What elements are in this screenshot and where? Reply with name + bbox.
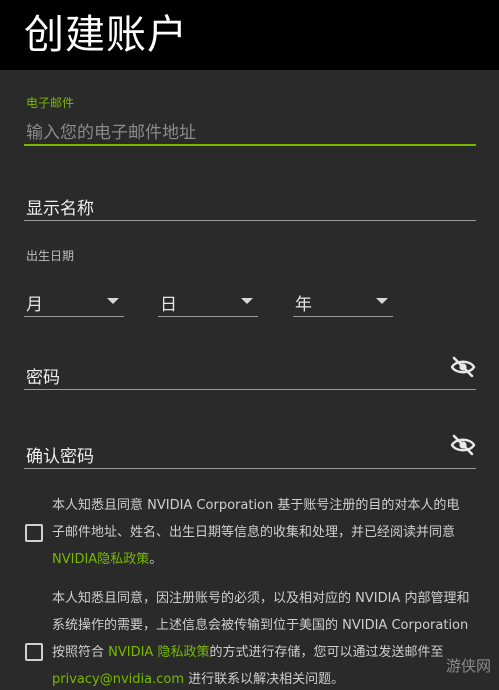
consent-1-text-a: 本人知悉且同意 NVIDIA Corporation 基于账号注册的目的对本人的… xyxy=(52,498,460,540)
day-underline xyxy=(158,316,258,317)
password-underline xyxy=(24,389,476,390)
consent-checkbox-1[interactable] xyxy=(25,524,43,542)
month-chevron-down-icon xyxy=(107,298,119,304)
confirm-password-input[interactable]: 确认密码 xyxy=(26,442,94,467)
consent-2-text-c: 进行联系以解决相关问题。 xyxy=(183,672,345,687)
email-field[interactable]: 电子邮件 输入您的电子邮件地址 xyxy=(24,92,476,148)
day-select-value: 日 xyxy=(160,295,177,315)
year-chevron-down-icon xyxy=(376,298,388,304)
eye-off-icon[interactable] xyxy=(450,434,476,456)
year-select-value: 年 xyxy=(295,295,312,315)
month-select-value: 月 xyxy=(26,295,43,315)
eye-off-icon[interactable] xyxy=(450,356,476,378)
privacy-email-link[interactable]: privacy@nvidia.com xyxy=(52,672,184,687)
month-underline xyxy=(24,316,124,317)
month-select[interactable]: 月 xyxy=(24,282,124,322)
privacy-policy-link-2[interactable]: NVIDIA 隐私政策 xyxy=(108,645,209,660)
consent-1-text-b: 。 xyxy=(149,552,163,567)
consent-2-text-b: 的方式进行存储，您可以通过发送邮件至 xyxy=(209,645,444,660)
watermark: 游侠网 xyxy=(445,657,491,675)
email-input-placeholder[interactable]: 输入您的电子邮件地址 xyxy=(26,118,196,143)
birthdate-label: 出生日期 xyxy=(26,249,75,263)
confirm-password-underline xyxy=(24,468,476,469)
display-name-input[interactable]: 显示名称 xyxy=(26,194,94,219)
consent-checkbox-2[interactable] xyxy=(25,643,43,661)
confirm-password-field[interactable]: 确认密码 xyxy=(24,436,476,472)
consent-text-2: 本人知悉且同意，因注册账号的必须，以及相对应的 NVIDIA 内部管理和系统操作… xyxy=(52,585,470,690)
day-chevron-down-icon xyxy=(241,298,253,304)
display-name-underline xyxy=(24,220,476,221)
create-account-page: 创建账户 电子邮件 输入您的电子邮件地址 显示名称 出生日期 月 日 年 密码 xyxy=(0,0,499,690)
email-underline xyxy=(24,144,476,146)
email-label: 电子邮件 xyxy=(26,96,75,110)
display-name-field[interactable]: 显示名称 xyxy=(24,188,476,224)
year-underline xyxy=(293,316,393,317)
day-select[interactable]: 日 xyxy=(158,282,258,322)
year-select[interactable]: 年 xyxy=(293,282,393,322)
header-bar: 创建账户 xyxy=(0,0,499,70)
password-field[interactable]: 密码 xyxy=(24,357,476,393)
page-title: 创建账户 xyxy=(24,12,188,58)
password-input[interactable]: 密码 xyxy=(26,363,60,388)
consent-text-1: 本人知悉且同意 NVIDIA Corporation 基于账号注册的目的对本人的… xyxy=(52,492,470,573)
privacy-policy-link-1[interactable]: NVIDIA隐私政策 xyxy=(52,552,149,567)
